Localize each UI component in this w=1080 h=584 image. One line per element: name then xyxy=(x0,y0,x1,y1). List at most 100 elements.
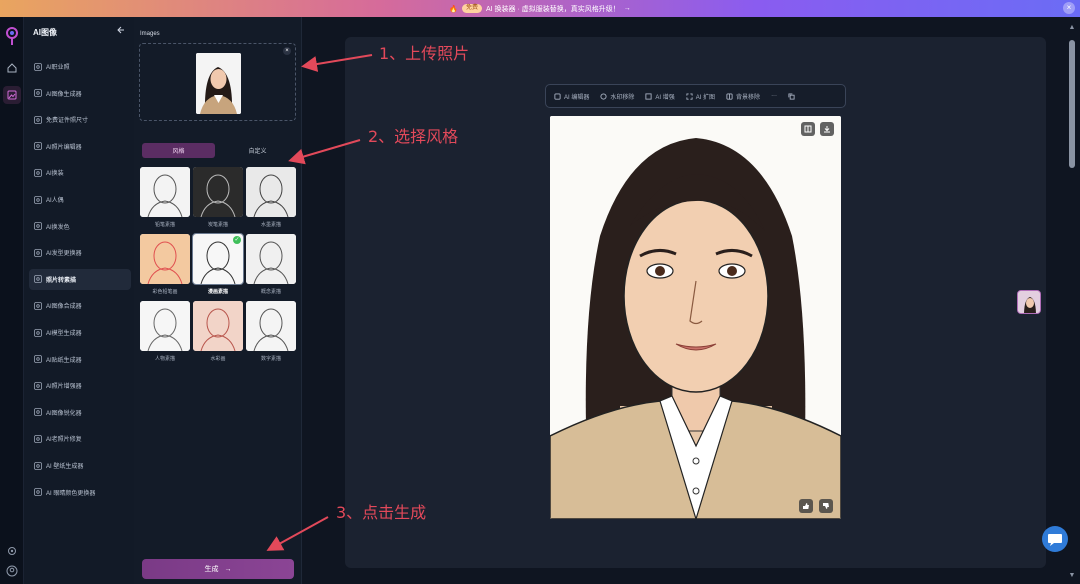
style-thumbnail: ✓ xyxy=(192,233,244,285)
sidebar-item[interactable]: AI模型生成器 xyxy=(29,322,131,343)
tab-custom[interactable]: 自定义 xyxy=(221,143,294,158)
style-thumbnail xyxy=(246,234,296,284)
image-upload-area[interactable]: × xyxy=(139,43,296,121)
style-thumbnail xyxy=(246,167,296,217)
scroll-up-icon[interactable]: ▲ xyxy=(1068,24,1076,32)
promo-banner[interactable]: 🔥 免费 AI 换装器 · 虚拟服装替换，真实风格升级！ → × xyxy=(0,0,1080,17)
compare-icon xyxy=(804,125,812,133)
model-icon xyxy=(34,328,42,337)
wallpaper-icon xyxy=(34,461,42,470)
sidebar-item[interactable]: AI 壁纸生成器 xyxy=(29,455,131,476)
sidebar-item[interactable]: AI发型更换器 xyxy=(29,242,131,263)
sidebar-item[interactable]: 照片转素描 xyxy=(29,268,131,290)
tool-ai-enhance[interactable]: AI 增强 xyxy=(645,92,675,101)
ai-edit-icon xyxy=(554,92,561,100)
sidebar-item-label: AI老照片修复 xyxy=(46,437,82,444)
sticker-icon xyxy=(34,355,42,363)
image-tools-nav-button[interactable] xyxy=(3,86,21,104)
sidebar-item[interactable]: AI 眼睛颜色更换器 xyxy=(29,482,131,503)
sidebar-item[interactable]: AI图像生成器 xyxy=(29,83,131,104)
style-option[interactable]: ✓ 漫画素描 xyxy=(192,233,244,295)
style-thumbnail xyxy=(193,167,243,217)
sidebar-item[interactable]: AI图像锐化器 xyxy=(29,402,131,423)
sidebar-item[interactable]: AI职业照 xyxy=(29,56,131,77)
hair-icon xyxy=(34,248,42,257)
like-button[interactable] xyxy=(799,499,813,513)
tool-label: AI 扩图 xyxy=(695,94,716,101)
avatar-icon xyxy=(1018,291,1040,313)
more-icon: ··· xyxy=(771,93,778,99)
sidebar-item[interactable]: AI贴纸生成器 xyxy=(29,349,131,370)
sidebar-item-label: AI模型生成器 xyxy=(46,331,82,337)
generate-button[interactable]: 生成 → xyxy=(142,559,294,579)
sidebar-item-label: AI发型更换器 xyxy=(46,251,82,258)
merge-icon xyxy=(34,301,42,310)
sidebar-item[interactable]: AI图像合成器 xyxy=(29,295,131,316)
style-label: 漫画素描 xyxy=(207,289,228,295)
annotation-step1: 1、上传照片 xyxy=(379,44,470,63)
sidebar-title: AI图像 xyxy=(33,28,57,37)
page-scrollbar[interactable]: ▲ ▼ xyxy=(1067,22,1077,584)
style-label: 铅笔素描 xyxy=(154,222,175,228)
back-arrow-icon[interactable] xyxy=(116,25,126,35)
scroll-thumb[interactable] xyxy=(1069,40,1075,168)
settings-icon[interactable] xyxy=(6,545,18,557)
dislike-button[interactable] xyxy=(819,499,833,513)
sidebar-item-label: AI 眼睛颜色更换器 xyxy=(46,490,96,497)
sidebar-item[interactable]: 免费证件照尺寸 xyxy=(29,109,131,130)
eye-icon xyxy=(34,488,42,496)
thumbs-up-icon xyxy=(803,503,809,509)
sidebar-item-label: 免费证件照尺寸 xyxy=(46,118,89,125)
sidebar-item[interactable]: AI人偶 xyxy=(29,189,131,210)
style-option[interactable]: 彩色铅笔画 xyxy=(140,234,190,295)
sidebar-item-label: AI换装 xyxy=(46,171,64,178)
enhance-icon xyxy=(645,92,652,100)
style-tabs: 风格 自定义 xyxy=(142,143,294,158)
more-tools-button[interactable]: ··· xyxy=(771,93,777,99)
sketch-portrait-image xyxy=(550,116,841,519)
sidebar-item[interactable]: AI换发色 xyxy=(29,216,131,237)
sidebar-item[interactable]: AI照片编辑器 xyxy=(29,136,131,157)
image-toolbar: AI 编辑器 水印移除 AI 增强 AI 扩图 背景移除 ··· xyxy=(545,84,846,108)
tool-watermark-remove[interactable]: 水印移除 xyxy=(600,92,634,101)
copy-button[interactable] xyxy=(788,92,795,100)
style-label: 数字素描 xyxy=(260,356,281,362)
account-icon[interactable] xyxy=(6,565,18,577)
style-thumbnail xyxy=(193,301,243,351)
remove-image-button[interactable]: × xyxy=(283,47,291,55)
promo-arrow: → xyxy=(623,5,631,12)
sidebar-item-label: AI贴纸生成器 xyxy=(46,357,82,364)
style-option[interactable]: 数字素描 xyxy=(246,301,296,362)
app-logo-icon[interactable] xyxy=(5,26,19,46)
tool-ai-expand[interactable]: AI 扩图 xyxy=(686,92,715,101)
image-icon xyxy=(7,90,17,100)
tool-bg-remove[interactable]: 背景移除 xyxy=(726,92,760,101)
tool-ai-editor[interactable]: AI 编辑器 xyxy=(554,92,589,101)
style-option[interactable]: 铅笔素描 xyxy=(140,167,190,228)
tab-style[interactable]: 风格 xyxy=(142,143,215,158)
sidebar-item[interactable]: AI照片增强器 xyxy=(29,375,131,396)
floating-avatar-button[interactable] xyxy=(1017,290,1041,314)
download-button[interactable] xyxy=(820,122,834,136)
tools-sidebar: AI图像 AI职业照 AI图像生成器免费证件照尺寸 AI照片编辑器 AI换装 AI人偶 A… xyxy=(24,17,134,584)
sidebar-item-label: 照片转素描 xyxy=(46,277,77,284)
style-thumbnail xyxy=(140,234,190,284)
expand-icon xyxy=(686,92,693,100)
banner-close-button[interactable]: × xyxy=(1063,2,1075,14)
tool-label: 背景移除 xyxy=(736,94,761,101)
style-option[interactable]: 概念素描 xyxy=(246,234,296,295)
home-icon[interactable] xyxy=(6,62,18,74)
style-option[interactable]: 水墨素描 xyxy=(246,167,296,228)
tool-label: AI 增强 xyxy=(655,94,675,101)
uploaded-photo-thumbnail xyxy=(196,53,241,114)
shirt-icon xyxy=(34,168,42,177)
style-option[interactable]: 炭笔素描 xyxy=(193,167,243,228)
sidebar-item[interactable]: AI换装 xyxy=(29,162,131,183)
chat-support-button[interactable] xyxy=(1042,526,1068,552)
compare-button[interactable] xyxy=(801,122,815,136)
style-option[interactable]: 水彩画 xyxy=(193,301,243,362)
style-label: 彩色铅笔画 xyxy=(152,289,178,295)
style-option[interactable]: 人物素描 xyxy=(140,301,190,362)
sidebar-item[interactable]: AI老照片修复 xyxy=(29,428,131,449)
scroll-down-icon[interactable]: ▼ xyxy=(1068,572,1076,580)
